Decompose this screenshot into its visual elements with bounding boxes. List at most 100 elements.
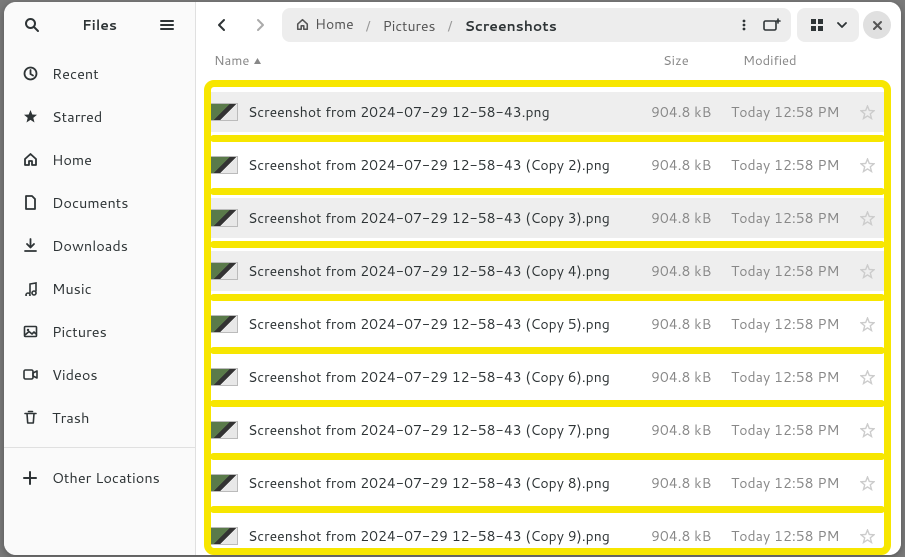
search-icon [24,17,40,33]
file-name: Screenshot from 2024-07-29 12-58-43 (Cop… [248,367,651,387]
star-outline-icon [860,158,875,173]
file-thumbnail [210,474,238,492]
picture-icon [22,324,38,340]
new-tab-button[interactable] [757,12,787,38]
star-button[interactable] [855,529,879,544]
file-modified: Today 12:58 PM [731,420,855,440]
column-header-modified[interactable]: Modified [743,52,883,70]
path-separator: / [445,16,454,36]
file-size: 904.8 kB [651,155,731,175]
file-name: Screenshot from 2024-07-29 12-58-43 (Cop… [248,261,651,281]
star-button[interactable] [855,211,879,226]
file-size: 904.8 kB [651,208,731,228]
file-modified: Today 12:58 PM [731,473,855,493]
star-button[interactable] [855,158,879,173]
column-header-size[interactable]: Size [663,52,743,70]
file-modified: Today 12:58 PM [731,208,855,228]
kebab-icon [737,18,751,32]
sidebar-item-home[interactable]: Home [4,138,195,181]
file-name: Screenshot from 2024-07-29 12-58-43 (Cop… [248,420,651,440]
app-title: Files [82,15,117,35]
file-thumbnail [210,156,238,174]
column-header-name[interactable]: Name [214,52,663,70]
path-menu-button[interactable] [731,12,757,38]
search-button[interactable] [16,9,48,41]
sidebar-item-music[interactable]: Music [4,267,195,310]
file-thumbnail [210,103,238,121]
star-button[interactable] [855,370,879,385]
sidebar-item-downloads[interactable]: Downloads [4,224,195,267]
sidebar-item-label: Documents [52,192,128,213]
back-button[interactable] [206,9,238,41]
sidebar-item-other-locations[interactable]: Other Locations [4,456,195,499]
file-name: Screenshot from 2024-07-29 12-58-43 (Cop… [248,473,651,493]
close-button[interactable] [863,11,891,39]
file-row[interactable]: Screenshot from 2024-07-29 12-58-43 (Cop… [204,145,889,185]
star-button[interactable] [855,105,879,120]
sidebar-item-label: Trash [52,407,89,428]
sidebar-other-list: Other Locations [4,452,195,503]
sidebar-item-label: Home [52,149,92,170]
star-outline-icon [860,476,875,491]
file-thumbnail [210,262,238,280]
sidebar-item-trash[interactable]: Trash [4,396,195,439]
file-size: 904.8 kB [651,314,731,334]
column-header-label: Size [663,52,689,70]
file-row[interactable]: Screenshot from 2024-07-29 12-58-43 (Cop… [204,463,889,503]
column-header-label: Name [214,52,249,70]
sidebar-item-documents[interactable]: Documents [4,181,195,224]
path-separator: / [364,16,373,36]
path-segment-pictures[interactable]: Pictures [373,12,446,40]
star-button[interactable] [855,423,879,438]
sidebar-item-starred[interactable]: Starred [4,95,195,138]
view-dropdown-button[interactable] [831,11,853,39]
star-button[interactable] [855,264,879,279]
file-name: Screenshot from 2024-07-29 12-58-43 (Cop… [248,526,651,546]
trash-icon [22,410,38,426]
path-segment-label: Pictures [383,16,436,36]
file-row[interactable]: Screenshot from 2024-07-29 12-58-43 (Cop… [204,410,889,450]
star-button[interactable] [855,476,879,491]
hamburger-icon [159,17,175,33]
star-button[interactable] [855,317,879,332]
file-thumbnail [210,527,238,545]
file-row[interactable]: Screenshot from 2024-07-29 12-58-43 (Cop… [204,198,889,238]
grid-view-button[interactable] [803,11,831,39]
column-headers: Name Size Modified [196,48,901,80]
star-outline-icon [860,264,875,279]
sidebar-item-videos[interactable]: Videos [4,353,195,396]
chevron-left-icon [215,18,229,32]
sidebar-item-pictures[interactable]: Pictures [4,310,195,353]
file-row[interactable]: Screenshot from 2024-07-29 12-58-43 (Cop… [204,304,889,344]
star-outline-icon [860,370,875,385]
file-thumbnail [210,315,238,333]
file-name: Screenshot from 2024-07-29 12-58-43 (Cop… [248,314,651,334]
file-row[interactable]: Screenshot from 2024-07-29 12-58-43 (Cop… [204,516,889,555]
path-segment-screenshots[interactable]: Screenshots [454,12,566,40]
doc-icon [22,195,38,211]
hamburger-menu-button[interactable] [151,9,183,41]
close-icon [872,20,883,31]
view-switcher [797,8,859,42]
sidebar-item-recent[interactable]: Recent [4,52,195,95]
file-name: Screenshot from 2024-07-29 12-58-43 (Cop… [248,208,651,228]
sidebar-item-label: Other Locations [52,467,160,488]
chevron-right-icon [253,18,267,32]
sidebar-nav: Recent Starred Home Documents Downloads Music… [4,48,195,443]
chevron-down-icon [837,20,847,30]
file-row[interactable]: Screenshot from 2024-07-29 12-58-43 (Cop… [204,357,889,397]
forward-button[interactable] [244,9,276,41]
file-row[interactable]: Screenshot from 2024-07-29 12-58-43.png9… [204,92,889,132]
star-icon [22,109,38,125]
sidebar-item-label: Videos [52,364,98,385]
home-icon [22,152,38,168]
path-segment-label: Home [315,14,354,34]
file-row[interactable]: Screenshot from 2024-07-29 12-58-43 (Cop… [204,251,889,291]
path-segment-home[interactable]: Home [286,10,364,38]
sidebar-item-label: Recent [52,63,99,84]
sidebar: Files Recent Starred Home Documents Download… [4,2,196,555]
file-modified: Today 12:58 PM [731,314,855,334]
file-modified: Today 12:58 PM [731,102,855,122]
video-icon [22,367,38,383]
sidebar-item-label: Music [52,278,92,299]
